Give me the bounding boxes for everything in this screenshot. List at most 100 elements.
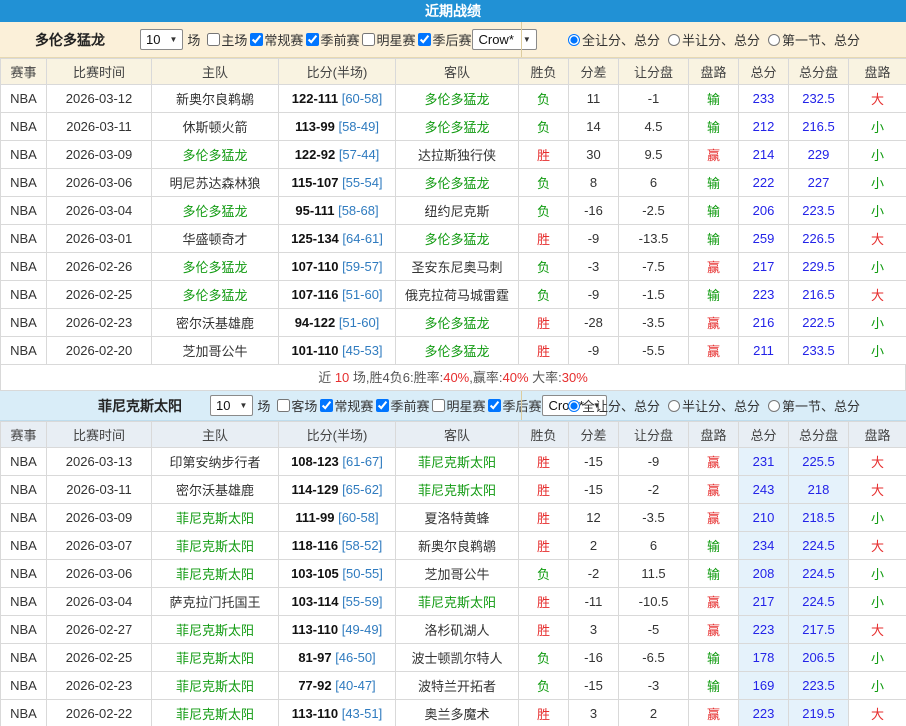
- summary-text: 场,胜4负6:胜率:: [349, 370, 443, 385]
- games-count-suffix: 场: [187, 30, 200, 49]
- filter-checkbox[interactable]: 常规赛: [248, 30, 303, 49]
- diff-cell: 11: [569, 85, 619, 113]
- handicap-cell: -3.5: [619, 504, 689, 532]
- total-cell: 211: [739, 337, 789, 365]
- half-score: [40-47]: [335, 678, 375, 693]
- checkbox-input[interactable]: [250, 33, 263, 46]
- away-team-cell: 菲尼克斯太阳: [396, 476, 519, 504]
- ou-cell: 小: [849, 672, 906, 700]
- checkbox-input[interactable]: [488, 399, 501, 412]
- filter-checkbox[interactable]: 季前赛: [304, 30, 359, 49]
- filter-checkbox[interactable]: 客场: [275, 396, 317, 415]
- away-team-cell: 波士顿凯尔特人: [396, 644, 519, 672]
- radio-input[interactable]: [568, 34, 580, 46]
- handicap-cell: -3.5: [619, 309, 689, 337]
- filter-checkbox[interactable]: 季前赛: [374, 396, 429, 415]
- league-cell: NBA: [1, 504, 47, 532]
- total-cell: 212: [739, 113, 789, 141]
- score-cell: 122-92 [57-44]: [279, 141, 396, 169]
- league-cell: NBA: [1, 448, 47, 476]
- checkbox-input[interactable]: [306, 33, 319, 46]
- filter-checkbox[interactable]: 主场: [205, 30, 247, 49]
- ou-cell: 小: [849, 309, 906, 337]
- odds-mode-radio[interactable]: 全让分、总分: [568, 30, 660, 49]
- col-score: 比分(半场): [279, 422, 396, 448]
- away-team-cell: 夏洛特黄蜂: [396, 504, 519, 532]
- radio-label: 半让分、总分: [682, 30, 760, 49]
- radio-input[interactable]: [668, 34, 680, 46]
- radio-input[interactable]: [768, 400, 780, 412]
- handicap-result-cell: 赢: [689, 616, 739, 644]
- odds-mode-radio[interactable]: 半让分、总分: [668, 396, 760, 415]
- checkbox-input[interactable]: [376, 399, 389, 412]
- game-row: NBA2026-02-25菲尼克斯太阳81-97 [46-50]波士顿凯尔特人负…: [1, 644, 906, 672]
- filter-checkbox-group: 客场常规赛季前赛明星赛季后赛: [275, 396, 542, 415]
- filter-checkbox[interactable]: 明星赛: [360, 30, 415, 49]
- score-cell: 122-111 [60-58]: [279, 85, 396, 113]
- checkbox-input[interactable]: [277, 399, 290, 412]
- league-cell: NBA: [1, 532, 47, 560]
- col-away: 客队: [396, 59, 519, 85]
- handicap-result-cell: 输: [689, 197, 739, 225]
- checkbox-input[interactable]: [362, 33, 375, 46]
- away-team-cell: 圣安东尼奥马刺: [396, 253, 519, 281]
- games-count-value: 10: [216, 398, 230, 413]
- total-line-cell: 226.5: [789, 225, 849, 253]
- away-team-cell: 菲尼克斯太阳: [396, 448, 519, 476]
- half-score: [57-44]: [339, 147, 379, 162]
- odds-mode-radio[interactable]: 半让分、总分: [668, 30, 760, 49]
- half-score: [60-58]: [338, 510, 378, 525]
- ou-cell: 大: [849, 225, 906, 253]
- date-cell: 2026-02-20: [47, 337, 152, 365]
- ou-cell: 大: [849, 700, 906, 726]
- league-cell: NBA: [1, 225, 47, 253]
- total-cell: 206: [739, 197, 789, 225]
- filter-checkbox[interactable]: 季后赛: [416, 30, 471, 49]
- checkbox-input[interactable]: [320, 399, 333, 412]
- radio-input[interactable]: [668, 400, 680, 412]
- date-cell: 2026-03-09: [47, 141, 152, 169]
- col-diff: 分差: [569, 59, 619, 85]
- checkbox-input[interactable]: [432, 399, 445, 412]
- handicap-cell: -13.5: [619, 225, 689, 253]
- half-score: [51-60]: [342, 287, 382, 302]
- game-row: NBA2026-02-27菲尼克斯太阳113-110 [49-49]洛杉矶湖人胜…: [1, 616, 906, 644]
- handicap-result-cell: 输: [689, 672, 739, 700]
- score-cell: 118-116 [58-52]: [279, 532, 396, 560]
- odds-mode-radio[interactable]: 第一节、总分: [768, 396, 860, 415]
- final-score: 115-107: [291, 175, 338, 190]
- game-row: NBA2026-03-12新奥尔良鹈鹕122-111 [60-58]多伦多猛龙负…: [1, 85, 906, 113]
- result-cell: 胜: [519, 616, 569, 644]
- result-cell: 胜: [519, 309, 569, 337]
- games-count-select[interactable]: 10▼: [140, 29, 183, 50]
- handicap-result-cell: 赢: [689, 588, 739, 616]
- col-handicap: 让分盘: [619, 422, 689, 448]
- half-score: [61-67]: [342, 454, 382, 469]
- filter-checkbox[interactable]: 明星赛: [430, 396, 485, 415]
- home-team-cell: 菲尼克斯太阳: [152, 560, 279, 588]
- handicap-result-cell: 输: [689, 169, 739, 197]
- checkbox-label: 季前赛: [320, 30, 359, 49]
- filter-checkbox[interactable]: 常规赛: [318, 396, 373, 415]
- radio-input[interactable]: [568, 400, 580, 412]
- col-result: 胜负: [519, 422, 569, 448]
- checkbox-input[interactable]: [418, 33, 431, 46]
- radio-input[interactable]: [768, 34, 780, 46]
- ou-cell: 小: [849, 253, 906, 281]
- home-team-cell: 菲尼克斯太阳: [152, 644, 279, 672]
- odds-mode-radio[interactable]: 全让分、总分: [568, 396, 660, 415]
- result-cell: 负: [519, 169, 569, 197]
- ou-cell: 大: [849, 281, 906, 309]
- odds-mode-radio[interactable]: 第一节、总分: [768, 30, 860, 49]
- league-cell: NBA: [1, 141, 47, 169]
- league-cell: NBA: [1, 85, 47, 113]
- checkbox-input[interactable]: [207, 33, 220, 46]
- home-team-cell: 明尼苏达森林狼: [152, 169, 279, 197]
- home-team-cell: 密尔沃基雄鹿: [152, 309, 279, 337]
- games-count-select[interactable]: 10▼: [210, 395, 253, 416]
- diff-cell: 3: [569, 700, 619, 726]
- total-line-cell: 216.5: [789, 113, 849, 141]
- total-line-cell: 224.5: [789, 588, 849, 616]
- total-line-cell: 219.5: [789, 700, 849, 726]
- result-cell: 负: [519, 113, 569, 141]
